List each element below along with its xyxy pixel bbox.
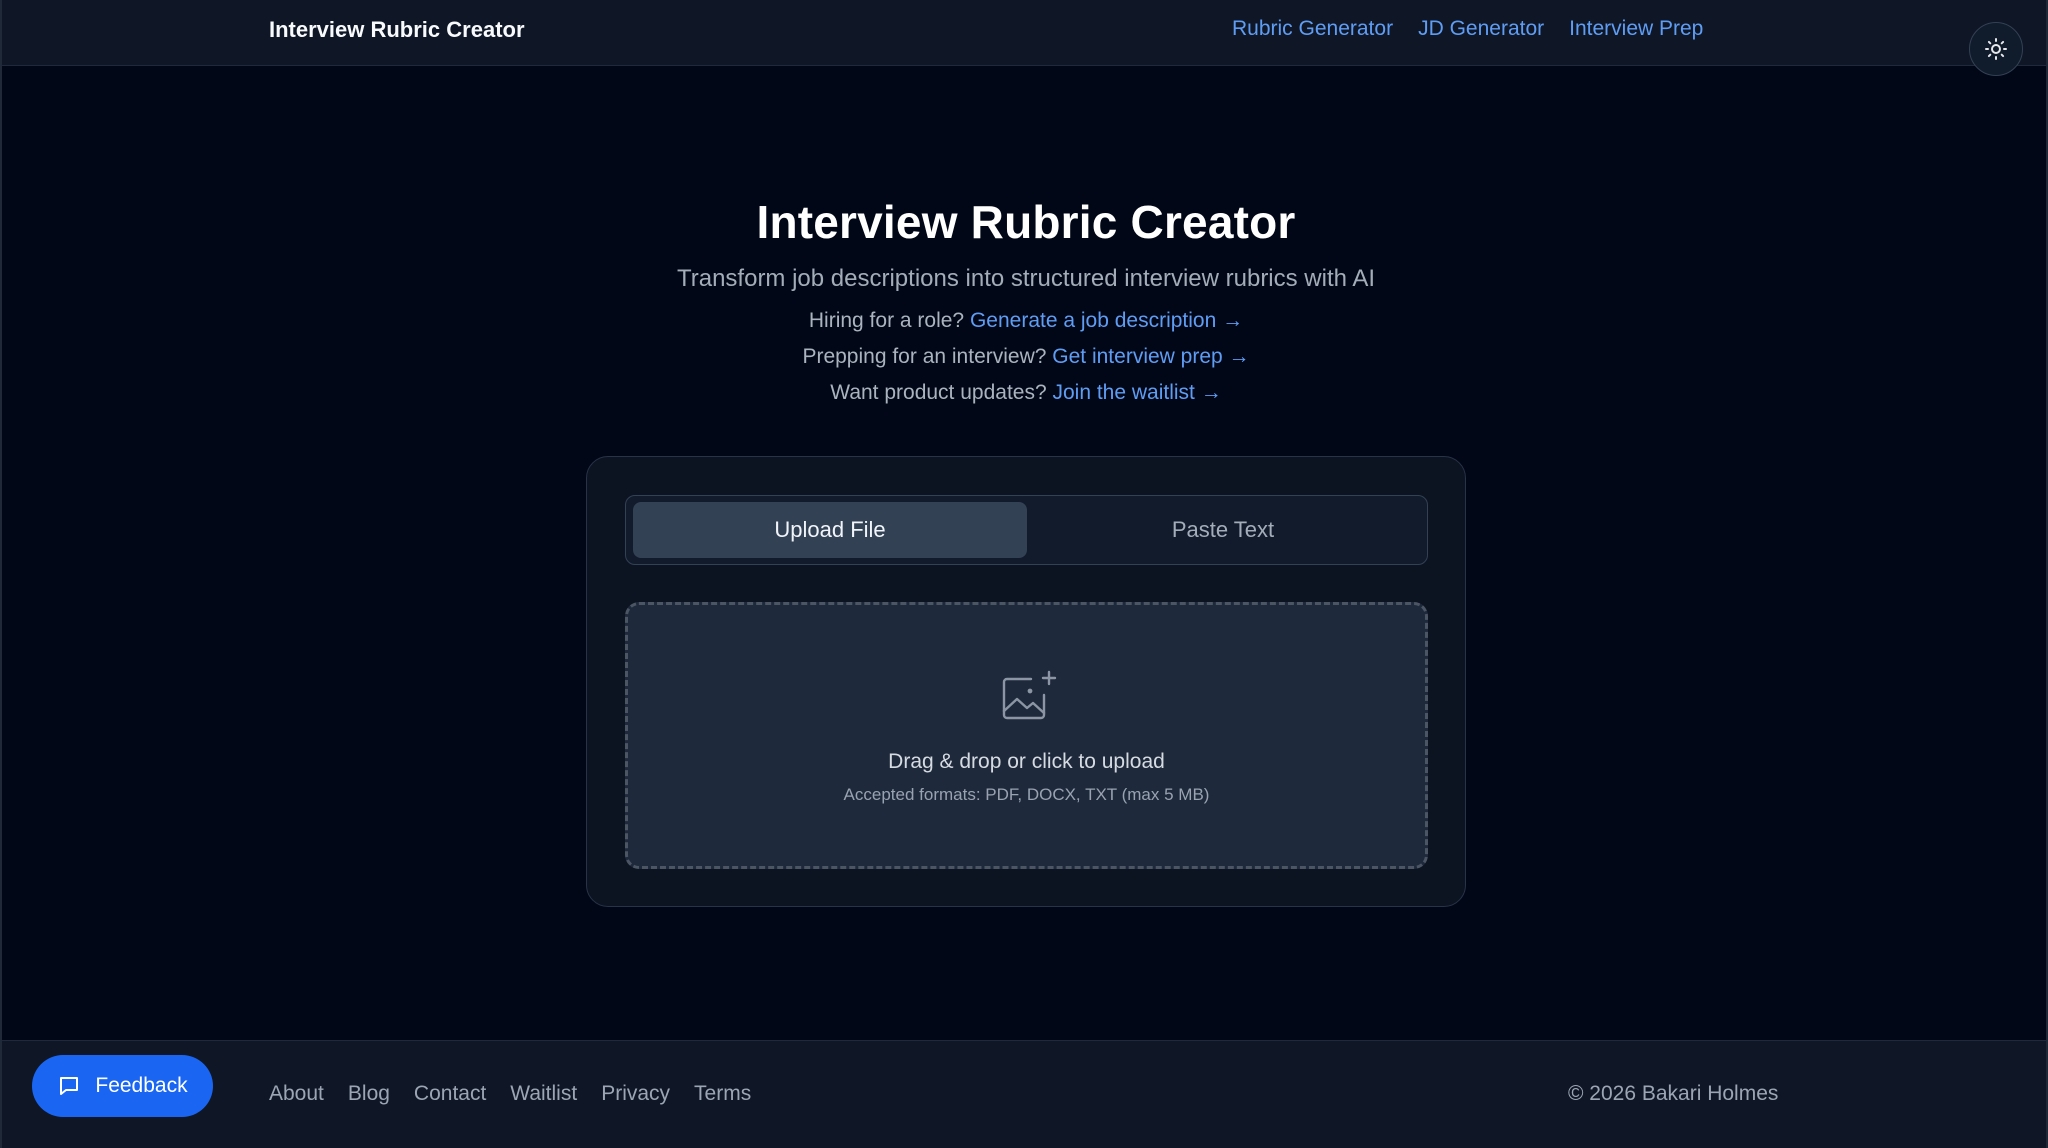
input-mode-tabs: Upload File Paste Text [625, 495, 1428, 565]
interview-prep-link[interactable]: Get interview prep → [1052, 345, 1249, 368]
file-dropzone[interactable]: Drag & drop or click to upload Accepted … [625, 602, 1428, 869]
page: Interview Rubric Creator Rubric Generato… [0, 0, 2048, 1148]
dropzone-title: Drag & drop or click to upload [888, 750, 1165, 773]
page-subtitle: Transform job descriptions into structur… [676, 265, 1376, 292]
join-waitlist-link[interactable]: Join the waitlist → [1052, 381, 1221, 404]
nav-jd-generator[interactable]: JD Generator [1418, 17, 1544, 41]
feedback-label: Feedback [95, 1074, 188, 1097]
generate-jd-link[interactable]: Generate a job description → [970, 309, 1243, 332]
footer-link-contact[interactable]: Contact [414, 1082, 486, 1106]
tab-upload-file[interactable]: Upload File [633, 502, 1027, 558]
promo-prefix: Want product updates? [830, 381, 1047, 404]
copyright: © 2026 Bakari Holmes [1568, 1082, 1779, 1105]
promo-prefix: Hiring for a role? [808, 309, 965, 332]
footer-link-blog[interactable]: Blog [348, 1082, 390, 1106]
hero: Interview Rubric Creator Transform job d… [2, 195, 2048, 411]
main-nav: Rubric Generator JD Generator Interview … [1232, 17, 1703, 41]
footer-links: About Blog Contact Waitlist Privacy Term… [269, 1082, 751, 1106]
sun-icon [1985, 38, 2007, 60]
promo-waitlist: Want product updates? Join the waitlist … [2, 375, 2048, 411]
promo-prefix: Prepping for an interview? [802, 345, 1047, 368]
top-bar: Interview Rubric Creator Rubric Generato… [2, 0, 2046, 76]
upload-card: Upload File Paste Text Drag & drop or cl… [586, 456, 1466, 907]
footer: Feedback About Blog Contact Waitlist Pri… [2, 1040, 2046, 1148]
feedback-button[interactable]: Feedback [32, 1055, 213, 1117]
footer-link-terms[interactable]: Terms [694, 1082, 751, 1106]
nav-interview-prep[interactable]: Interview Prep [1569, 17, 1703, 41]
tab-paste-text[interactable]: Paste Text [1026, 502, 1420, 558]
chat-bubble-icon [60, 1077, 79, 1095]
page-title: Interview Rubric Creator [756, 196, 1296, 248]
brand-title[interactable]: Interview Rubric Creator [269, 17, 525, 43]
footer-link-privacy[interactable]: Privacy [601, 1082, 670, 1106]
promo-interview-prep: Prepping for an interview? Get interview… [2, 339, 2048, 375]
image-add-icon [1002, 670, 1057, 720]
nav-rubric-generator[interactable]: Rubric Generator [1232, 17, 1393, 41]
promo-job-description: Hiring for a role? Generate a job descri… [2, 303, 2048, 339]
footer-link-about[interactable]: About [269, 1082, 324, 1106]
accepted-formats: Accepted formats: PDF, DOCX, TXT (max 5 … [843, 785, 1210, 804]
theme-toggle-button[interactable] [1969, 22, 2023, 76]
footer-link-waitlist[interactable]: Waitlist [510, 1082, 577, 1106]
